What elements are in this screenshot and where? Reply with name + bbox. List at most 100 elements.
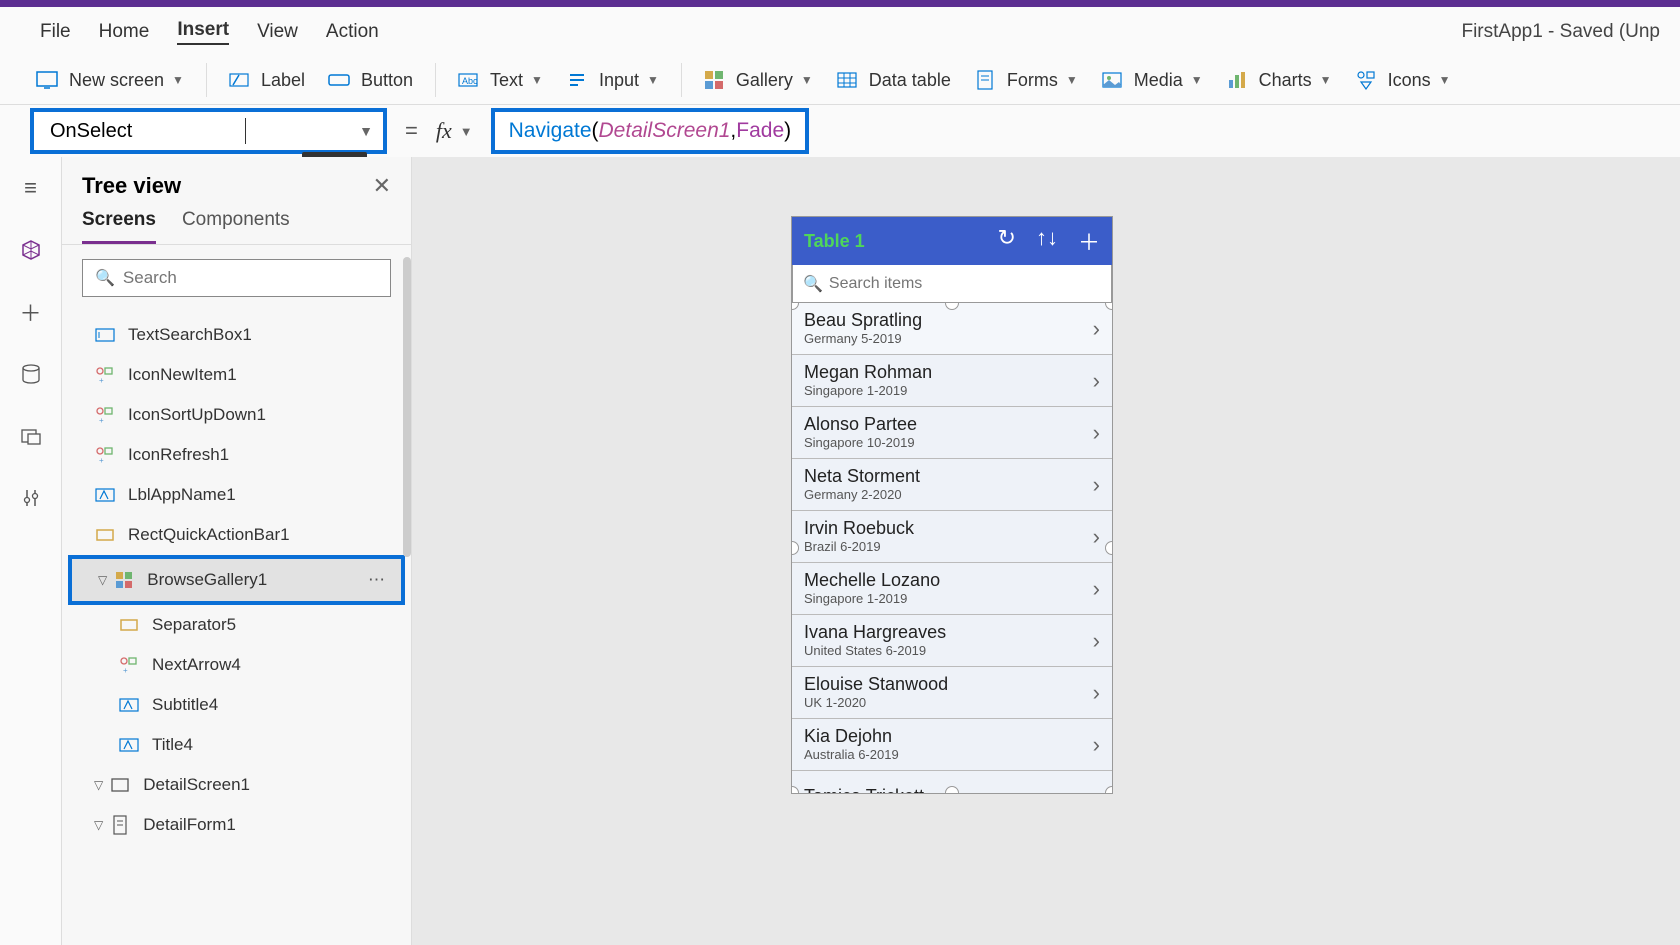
menu-insert[interactable]: Insert (177, 19, 229, 45)
tree-item-iconnewitem1[interactable]: +IconNewItem1 (68, 355, 405, 395)
gallery-row[interactable]: Elouise StanwoodUK 1-2020› (792, 667, 1112, 719)
icon-group-icon: + (118, 654, 140, 676)
tree-item-detailform1[interactable]: ▽DetailForm1 (68, 805, 405, 845)
chevron-down-icon: ▼ (1191, 73, 1203, 87)
browse-gallery[interactable]: Beau SpratlingGermany 5-2019›Megan Rohma… (792, 303, 1112, 793)
tree-item-browsegallery1[interactable]: ▽BrowseGallery1⋯ (68, 555, 405, 605)
menu-file[interactable]: File (40, 21, 71, 43)
charts-button[interactable]: Charts ▼ (1225, 68, 1332, 92)
icon-group-icon: + (94, 404, 116, 426)
gallery-row[interactable]: Alonso ParteeSingapore 10-2019› (792, 407, 1112, 459)
chevron-right-icon[interactable]: › (1093, 732, 1100, 758)
text-button[interactable]: Abc Text ▼ (456, 68, 543, 92)
chevron-right-icon[interactable]: › (1093, 576, 1100, 602)
selection-handle[interactable] (1105, 541, 1112, 555)
tree-view-panel: Tree view ✕ Screens Components 🔍 TextSea… (62, 157, 412, 945)
gallery-row[interactable]: Beau SpratlingGermany 5-2019› (792, 303, 1112, 355)
tree-item-subtitle4[interactable]: Subtitle4 (68, 685, 405, 725)
chevron-right-icon[interactable]: › (1093, 420, 1100, 446)
gallery-row[interactable]: Megan RohmanSingapore 1-2019› (792, 355, 1112, 407)
chevron-right-icon[interactable]: › (1093, 368, 1100, 394)
tree-view-icon[interactable] (18, 237, 44, 263)
chevron-right-icon[interactable]: › (1093, 784, 1100, 794)
fx-button[interactable]: fx▼ (436, 118, 473, 144)
more-icon[interactable]: ⋯ (368, 570, 387, 590)
icons-button[interactable]: Icons ▼ (1354, 68, 1451, 92)
sort-icon[interactable]: ↑↓ (1036, 225, 1058, 257)
chevron-right-icon[interactable]: › (1093, 472, 1100, 498)
charts-icon (1225, 68, 1249, 92)
label-icon (94, 484, 116, 506)
input-button[interactable]: Input ▼ (565, 68, 659, 92)
gallery-row[interactable]: Irvin RoebuckBrazil 6-2019› (792, 511, 1112, 563)
scrollbar[interactable] (403, 257, 411, 557)
search-icon: 🔍 (803, 274, 823, 294)
label-button[interactable]: Label (227, 68, 305, 92)
menu-action[interactable]: Action (326, 21, 379, 43)
tree-item-rectquickactionbar1[interactable]: RectQuickActionBar1 (68, 515, 405, 555)
media-button[interactable]: Media ▼ (1100, 68, 1203, 92)
hamburger-icon[interactable]: ≡ (18, 175, 44, 201)
label-icon (118, 734, 140, 756)
chevron-right-icon[interactable]: › (1093, 524, 1100, 550)
canvas[interactable]: Table 1 ↻ ↑↓ ＋ 🔍 Beau Spratl (412, 157, 1680, 945)
refresh-icon[interactable]: ↻ (998, 225, 1016, 257)
chevron-right-icon[interactable]: › (1093, 628, 1100, 654)
search-items-input[interactable] (829, 275, 1101, 293)
formula-input[interactable]: Navigate(DetailScreen1, Fade) (491, 108, 810, 154)
chevron-down-icon[interactable]: ▽ (94, 778, 103, 792)
menu-home[interactable]: Home (99, 21, 150, 43)
data-table-button[interactable]: Data table (835, 68, 951, 92)
tree-item-textsearchbox1[interactable]: TextSearchBox1 (68, 315, 405, 355)
app-titlebar-accent (0, 0, 1680, 7)
tree-item-iconrefresh1[interactable]: +IconRefresh1 (68, 435, 405, 475)
row-subtitle: Singapore 1-2019 (804, 591, 1093, 606)
phone-search[interactable]: 🔍 (792, 265, 1112, 303)
tab-components[interactable]: Components (182, 209, 290, 244)
plus-icon[interactable]: ＋ (18, 299, 44, 325)
button-button[interactable]: Button (327, 68, 413, 92)
media-icon[interactable] (18, 423, 44, 449)
gallery-row[interactable]: Mechelle LozanoSingapore 1-2019› (792, 563, 1112, 615)
gallery-row[interactable]: Kia DejohnAustralia 6-2019› (792, 719, 1112, 771)
chevron-right-icon[interactable]: › (1093, 316, 1100, 342)
add-icon[interactable]: ＋ (1078, 225, 1100, 257)
rect-icon (94, 524, 116, 546)
tree-item-lblappname1[interactable]: LblAppName1 (68, 475, 405, 515)
property-dropdown[interactable]: OnSelect ▼ Property (30, 108, 387, 154)
chevron-down-icon[interactable]: ▽ (94, 818, 103, 832)
search-input[interactable] (123, 268, 378, 288)
gallery-row[interactable]: Neta StormentGermany 2-2020› (792, 459, 1112, 511)
label-icon (227, 68, 251, 92)
chevron-down-icon[interactable]: ▽ (98, 573, 107, 587)
gallery-button[interactable]: Gallery ▼ (702, 68, 813, 92)
screen-icon (109, 774, 131, 796)
menu-view[interactable]: View (257, 21, 298, 43)
row-subtitle: UK 1-2020 (804, 695, 1093, 710)
data-icon[interactable] (18, 361, 44, 387)
tree-search[interactable]: 🔍 (82, 259, 391, 297)
tree-item-nextarrow4[interactable]: +NextArrow4 (68, 645, 405, 685)
tree-item-iconsortupdown1[interactable]: +IconSortUpDown1 (68, 395, 405, 435)
tab-screens[interactable]: Screens (82, 209, 156, 244)
gallery-row[interactable]: Ivana HargreavesUnited States 6-2019› (792, 615, 1112, 667)
tree-item-separator5[interactable]: Separator5 (68, 605, 405, 645)
tree-item-detailscreen1[interactable]: ▽DetailScreen1 (68, 765, 405, 805)
gallery-icon (702, 68, 726, 92)
forms-icon (973, 68, 997, 92)
ribbon: New screen ▼ Label Button Abc Text ▼ Inp… (0, 56, 1680, 105)
icon-group-icon: + (94, 444, 116, 466)
row-subtitle: Brazil 6-2019 (804, 539, 1093, 554)
tree-item-title4[interactable]: Title4 (68, 725, 405, 765)
tree-item-label: Subtitle4 (152, 695, 218, 715)
tools-icon[interactable] (18, 485, 44, 511)
media-icon (1100, 68, 1124, 92)
chevron-right-icon[interactable]: › (1093, 680, 1100, 706)
new-screen-button[interactable]: New screen ▼ (35, 68, 184, 92)
row-title: Megan Rohman (804, 363, 1093, 383)
forms-button[interactable]: Forms ▼ (973, 68, 1078, 92)
formula-row: OnSelect ▼ Property = fx▼ Navigate(Detai… (0, 105, 1680, 157)
selection-handle[interactable] (945, 786, 959, 793)
close-icon[interactable]: ✕ (373, 173, 391, 199)
screen-icon (35, 68, 59, 92)
